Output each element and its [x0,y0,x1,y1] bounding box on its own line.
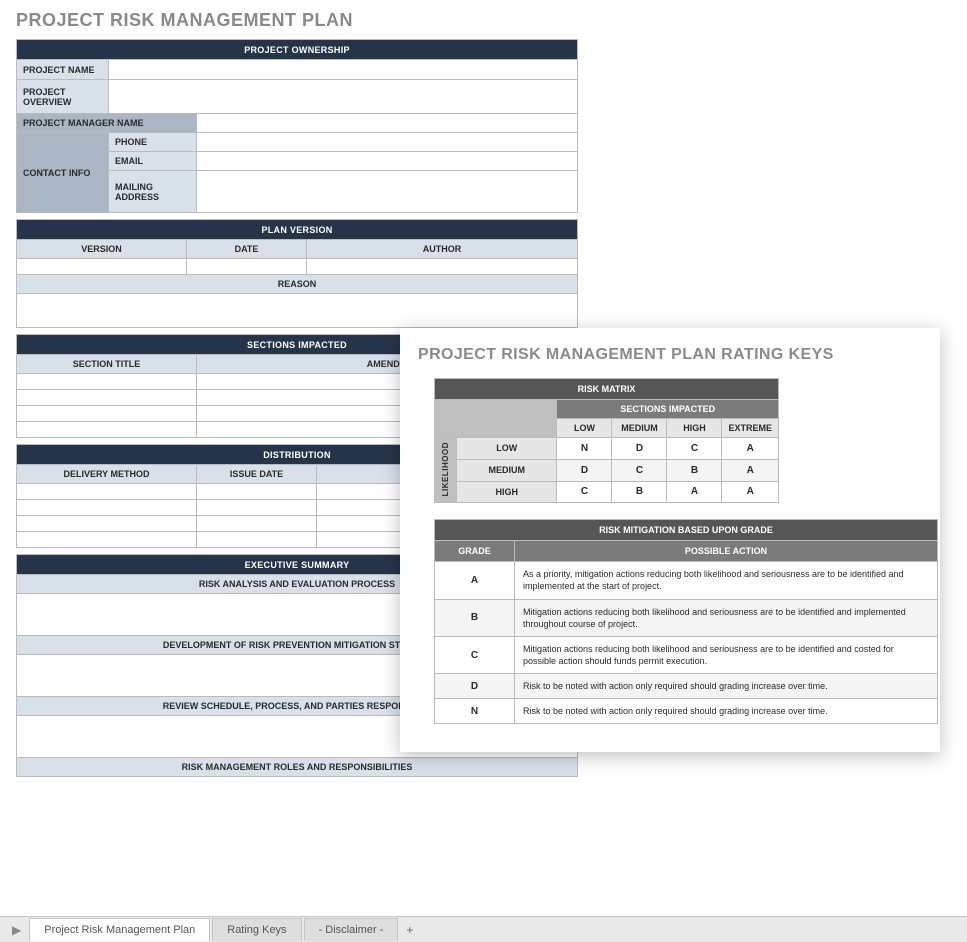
matrix-col-high: HIGH [667,419,722,438]
table-row[interactable] [17,516,197,532]
matrix-cell: A [722,481,779,503]
email-label: EMAIL [109,152,197,171]
risk-matrix-table: RISK MATRIX SECTIONS IMPACTED LOW MEDIUM… [434,378,779,503]
matrix-cell: D [612,438,667,460]
author-input[interactable] [307,259,578,275]
grade-cell: A [435,562,515,599]
table-row[interactable] [197,500,317,516]
matrix-row-medium: MEDIUM [457,459,557,481]
risk-matrix-header: RISK MATRIX [435,379,779,400]
matrix-cell: A [667,481,722,503]
project-overview-input[interactable] [109,80,578,114]
date-input[interactable] [187,259,307,275]
matrix-row-high: HIGH [457,481,557,503]
delivery-col: DELIVERY METHOD [17,465,197,484]
matrix-cell: C [557,481,612,503]
exec-sub4: RISK MANAGEMENT ROLES AND RESPONSIBILITI… [17,758,578,777]
grade-cell: B [435,599,515,636]
mitigation-table: RISK MITIGATION BASED UPON GRADE GRADE P… [434,519,938,724]
table-row[interactable] [17,422,197,438]
matrix-cell: A [722,438,779,460]
tab-rating-keys[interactable]: Rating Keys [212,918,301,941]
project-manager-input[interactable] [197,114,578,133]
phone-label: PHONE [109,133,197,152]
matrix-col-medium: MEDIUM [612,419,667,438]
action-cell: Risk to be noted with action only requir… [515,699,938,724]
table-row[interactable] [17,390,197,406]
author-col: AUTHOR [307,240,578,259]
matrix-col-extreme: EXTREME [722,419,779,438]
add-sheet-button[interactable]: + [406,923,413,937]
grade-col: GRADE [435,541,515,562]
page-title: PROJECT RISK MANAGEMENT PLAN [16,10,967,31]
project-ownership-table: PROJECT OWNERSHIP PROJECT NAME PROJECT O… [16,39,578,213]
table-row[interactable] [197,484,317,500]
action-cell: Risk to be noted with action only requir… [515,674,938,699]
action-cell: Mitigation actions reducing both likelih… [515,636,938,673]
tab-disclaimer[interactable]: - Disclaimer - [304,918,399,941]
mailing-label: MAILING ADDRESS [109,171,197,213]
table-row[interactable] [197,532,317,548]
table-row[interactable] [197,516,317,532]
matrix-cell: C [667,438,722,460]
contact-info-label: CONTACT INFO [17,133,109,213]
rating-keys-popup: PROJECT RISK MANAGEMENT PLAN RATING KEYS… [400,328,940,752]
plan-version-header: PLAN VERSION [17,220,578,240]
action-cell: Mitigation actions reducing both likelih… [515,599,938,636]
ownership-header: PROJECT OWNERSHIP [17,40,578,60]
matrix-cell: B [667,459,722,481]
sheet-nav-icon[interactable]: ▶ [6,923,27,937]
issue-date-col: ISSUE DATE [197,465,317,484]
matrix-cell: D [557,459,612,481]
section-title-col: SECTION TITLE [17,355,197,374]
project-overview-label: PROJECT OVERVIEW [17,80,109,114]
grade-cell: C [435,636,515,673]
matrix-corner [435,400,557,438]
version-col: VERSION [17,240,187,259]
email-input[interactable] [197,152,578,171]
matrix-cell: A [722,459,779,481]
matrix-impact-header: SECTIONS IMPACTED [557,400,779,419]
reason-header: REASON [17,275,578,294]
grade-cell: N [435,699,515,724]
matrix-likelihood-label: LIKELIHOOD [435,438,457,503]
phone-input[interactable] [197,133,578,152]
mailing-input[interactable] [197,171,578,213]
mitigation-header: RISK MITIGATION BASED UPON GRADE [435,520,938,541]
action-col: POSSIBLE ACTION [515,541,938,562]
matrix-cell: N [557,438,612,460]
table-row[interactable] [17,406,197,422]
table-row[interactable] [17,374,197,390]
project-manager-label: PROJECT MANAGER NAME [17,114,197,133]
version-input[interactable] [17,259,187,275]
grade-cell: D [435,674,515,699]
project-name-label: PROJECT NAME [17,60,109,80]
sheet-tab-bar: ▶ Project Risk Management Plan Rating Ke… [0,916,967,942]
matrix-row-low: LOW [457,438,557,460]
project-name-input[interactable] [109,60,578,80]
plan-version-table: PLAN VERSION VERSION DATE AUTHOR REASON [16,219,578,328]
matrix-col-low: LOW [557,419,612,438]
table-row[interactable] [17,500,197,516]
table-row[interactable] [17,484,197,500]
date-col: DATE [187,240,307,259]
popup-title: PROJECT RISK MANAGEMENT PLAN RATING KEYS [418,346,922,364]
matrix-cell: C [612,459,667,481]
reason-input[interactable] [17,294,578,328]
tab-project-risk[interactable]: Project Risk Management Plan [29,918,210,941]
table-row[interactable] [17,532,197,548]
action-cell: As a priority, mitigation actions reduci… [515,562,938,599]
matrix-cell: B [612,481,667,503]
